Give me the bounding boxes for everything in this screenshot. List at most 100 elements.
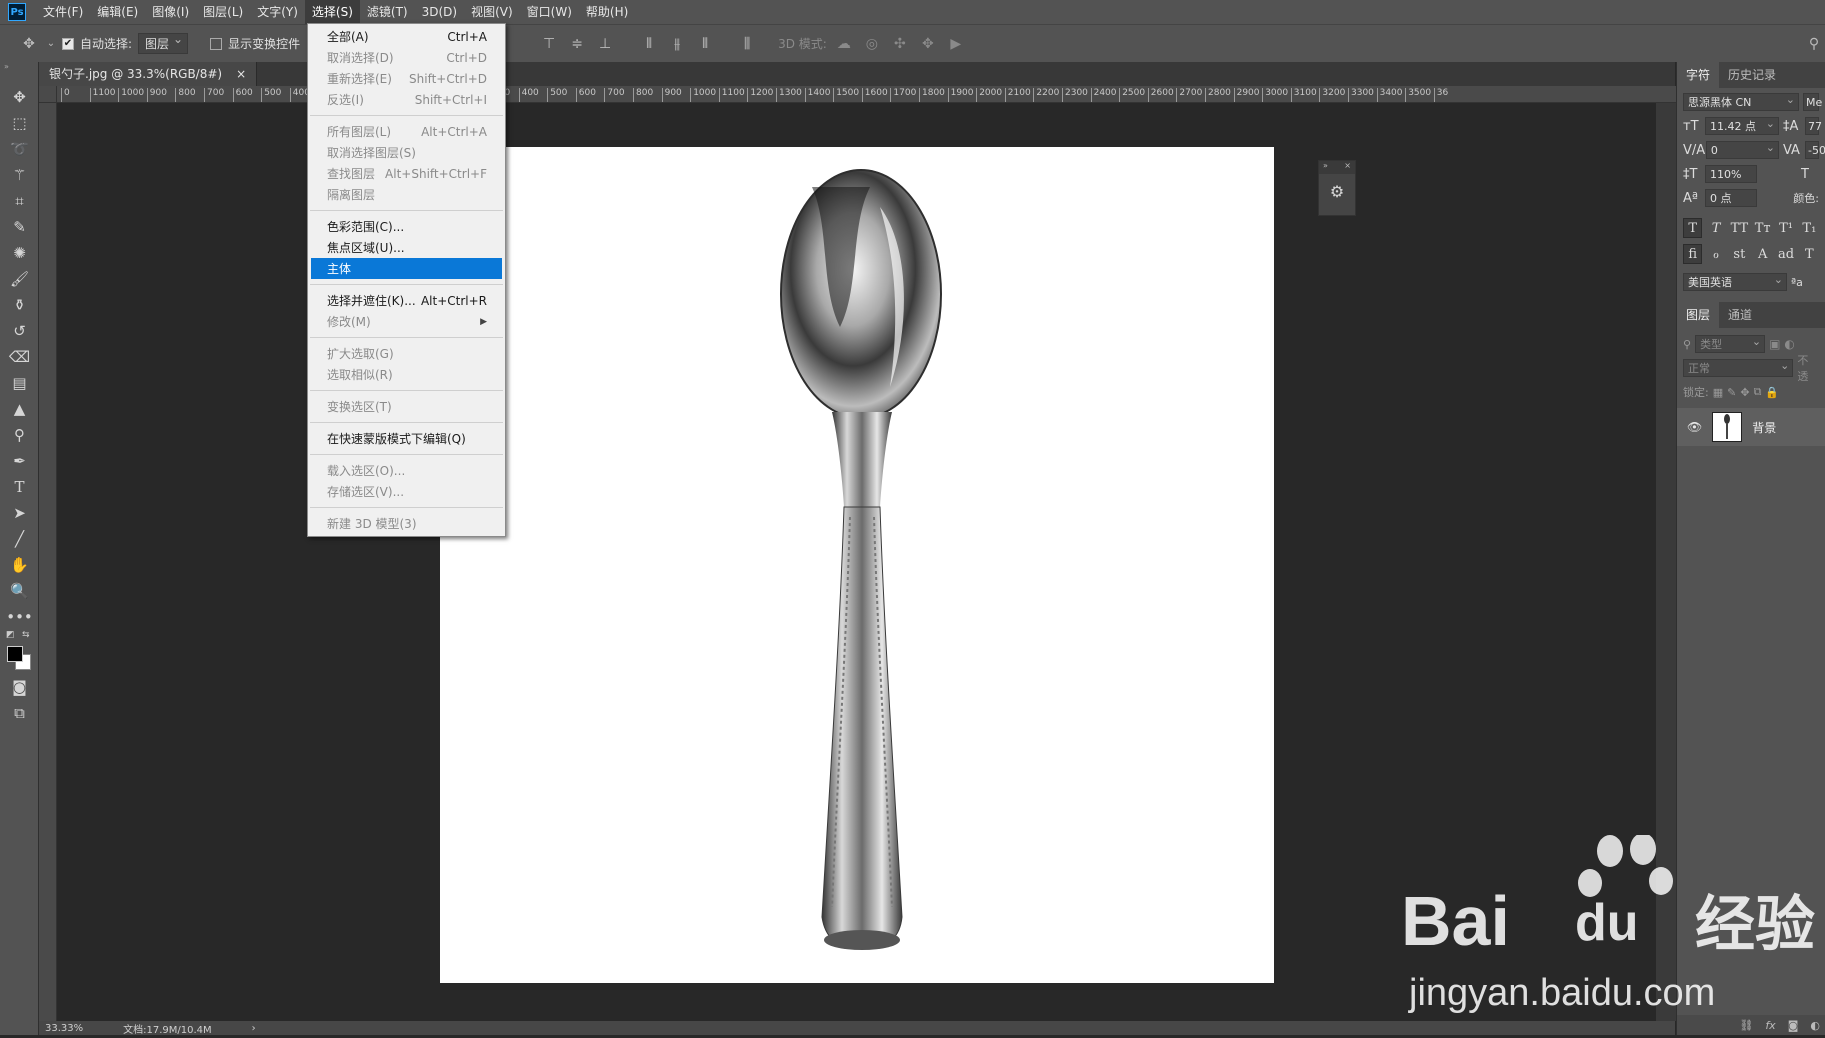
align-vcenter-icon[interactable]: ≑ xyxy=(566,33,588,55)
document-tab[interactable]: 银勺子.jpg @ 33.3%(RGB/8#) × xyxy=(39,62,258,86)
contextual-alternates-button[interactable]: st xyxy=(1730,244,1749,264)
quick-mask-icon[interactable]: ◙ xyxy=(0,674,39,700)
font-family-dropdown[interactable]: 思源黑体 CN xyxy=(1683,92,1799,111)
move-tool-icon[interactable]: ✥ xyxy=(18,33,40,55)
subscript-button[interactable]: T₁ xyxy=(1800,218,1819,238)
3d-properties-icon[interactable]: ⚙ xyxy=(1319,182,1355,201)
tool-preset-chevron-icon[interactable]: ⌄ xyxy=(46,33,56,55)
lock-position-icon[interactable]: ✥ xyxy=(1740,386,1749,399)
eyedropper-icon[interactable]: ✎ xyxy=(0,214,39,240)
select-menu-item[interactable]: 载入选区(O)... xyxy=(308,460,505,481)
ruler-origin[interactable] xyxy=(39,86,57,103)
select-menu-item[interactable]: 变换选区(T) xyxy=(308,396,505,417)
layer-name[interactable]: 背景 xyxy=(1752,419,1776,436)
layer-filter-dropdown[interactable]: 类型 xyxy=(1695,334,1766,353)
auto-align-icon[interactable]: ⫼ xyxy=(736,33,758,55)
discretionary-ligatures-button[interactable]: ℴ xyxy=(1706,244,1725,264)
zoom-tool-icon[interactable]: 🔍 xyxy=(0,578,39,604)
swash-button[interactable]: A xyxy=(1753,244,1772,264)
3d-orbit-icon[interactable]: ☁ xyxy=(833,33,855,55)
distribute-left-icon[interactable]: ⫴ xyxy=(638,33,660,55)
faux-bold-button[interactable]: T xyxy=(1683,218,1703,238)
select-menu-item[interactable]: 取消选择(D) Ctrl+D xyxy=(308,47,505,68)
ligatures-button[interactable]: fi xyxy=(1683,244,1703,264)
tracking-field[interactable]: -50 xyxy=(1805,141,1825,159)
brush-tool-icon[interactable]: 🖌 xyxy=(0,266,39,292)
crop-tool-icon[interactable]: ⌗ xyxy=(0,188,39,214)
menu-item[interactable]: 窗口(W) xyxy=(520,0,579,24)
select-menu-item[interactable]: 存储选区(V)... xyxy=(308,481,505,502)
select-menu-item[interactable]: 全部(A) Ctrl+A xyxy=(308,26,505,47)
hand-tool-icon[interactable]: ✋ xyxy=(0,552,39,578)
tab-layers[interactable]: 图层 xyxy=(1677,302,1720,328)
move-tool-icon[interactable]: ✥ xyxy=(0,84,39,110)
distribute-right-icon[interactable]: ⫴ xyxy=(694,33,716,55)
3d-slide-icon[interactable]: ✥ xyxy=(917,33,939,55)
select-menu-item[interactable]: 焦点区域(U)... xyxy=(308,237,505,258)
marquee-tool-icon[interactable]: ⬚ xyxy=(0,110,39,136)
menu-item[interactable]: 选择(S) xyxy=(304,0,360,24)
titling-alternates-button[interactable]: T xyxy=(1800,244,1819,264)
close-icon[interactable]: × xyxy=(1344,161,1351,174)
foreground-color-swatch[interactable] xyxy=(7,646,23,662)
stylistic-alternates-button[interactable]: ad xyxy=(1776,244,1795,264)
tab-history[interactable]: 历史记录 xyxy=(1719,62,1785,88)
font-size-field[interactable]: 11.42 点 xyxy=(1705,116,1779,135)
pen-tool-icon[interactable]: ✒ xyxy=(0,448,39,474)
select-menu-item[interactable]: 新建 3D 模型(3) xyxy=(308,513,505,534)
gradient-tool-icon[interactable]: ▤ xyxy=(0,370,39,396)
default-colors-icon[interactable]: ◩ xyxy=(6,630,15,640)
filter-adjustment-icon[interactable]: ◐ xyxy=(1784,337,1794,351)
search-icon[interactable]: ⚲ xyxy=(1803,33,1825,55)
dodge-tool-icon[interactable]: ⚲ xyxy=(0,422,39,448)
small-caps-button[interactable]: Tт xyxy=(1753,218,1772,238)
leading-field[interactable]: 77 xyxy=(1805,117,1822,135)
lock-image-icon[interactable]: ✎ xyxy=(1727,386,1736,399)
layer-row-background[interactable]: 👁 背景 xyxy=(1677,408,1825,446)
auto-select-target-dropdown[interactable]: 图层 xyxy=(138,32,189,54)
select-menu-item[interactable]: 反选(I) Shift+Ctrl+I xyxy=(308,89,505,110)
select-menu-item[interactable]: 扩大选取(G) xyxy=(308,343,505,364)
menu-item[interactable]: 编辑(E) xyxy=(90,0,145,24)
zoom-level[interactable]: 33.33% xyxy=(45,1023,83,1034)
status-menu-arrow[interactable]: › xyxy=(252,1023,256,1034)
kerning-field[interactable]: 0 xyxy=(1705,140,1779,159)
photoshop-logo[interactable]: Ps xyxy=(8,3,26,21)
all-caps-button[interactable]: TT xyxy=(1730,218,1749,238)
history-brush-icon[interactable]: ↺ xyxy=(0,318,39,344)
blur-tool-icon[interactable]: ▲ xyxy=(0,396,39,422)
line-tool-icon[interactable]: ╱ xyxy=(0,526,39,552)
vertical-ruler[interactable] xyxy=(39,103,57,1021)
swap-colors-icon[interactable]: ⇆ xyxy=(22,630,30,640)
menu-item[interactable]: 图像(I) xyxy=(145,0,196,24)
select-menu-item[interactable]: 选择并遮住(K)... Alt+Ctrl+R xyxy=(308,290,505,311)
more-tools-icon[interactable]: ••• xyxy=(0,604,39,630)
document-canvas[interactable] xyxy=(440,147,1274,983)
lock-transparent-icon[interactable]: ▦ xyxy=(1713,386,1723,399)
menu-item[interactable]: 帮助(H) xyxy=(579,0,635,24)
horizontal-ruler[interactable]: 0110010009008007006005004003002001000100… xyxy=(57,86,1676,103)
menu-item[interactable]: 滤镜(T) xyxy=(360,0,415,24)
menu-item[interactable]: 文字(Y) xyxy=(250,0,305,24)
3d-scale-icon[interactable]: ▶ xyxy=(945,33,967,55)
select-menu-item[interactable]: 所有图层(L) Alt+Ctrl+A xyxy=(308,121,505,142)
font-style-dropdown[interactable]: Me xyxy=(1803,93,1822,111)
show-transform-checkbox[interactable] xyxy=(210,37,223,50)
select-menu-item[interactable]: 取消选择图层(S) xyxy=(308,142,505,163)
screen-mode-icon[interactable]: ⧉ xyxy=(0,700,39,726)
clone-stamp-icon[interactable]: ⚱ xyxy=(0,292,39,318)
select-menu-item[interactable]: 主体 xyxy=(311,258,502,279)
menu-item[interactable]: 图层(L) xyxy=(196,0,250,24)
superscript-button[interactable]: T¹ xyxy=(1776,218,1795,238)
auto-select-checkbox[interactable]: ✔ xyxy=(62,37,74,50)
baseline-shift-field[interactable]: 0 点 xyxy=(1705,189,1757,207)
select-menu-item[interactable]: 色彩范围(C)... xyxy=(308,216,505,237)
menu-item[interactable]: 3D(D) xyxy=(415,0,464,24)
vertical-scale-field[interactable]: 110% xyxy=(1705,165,1757,183)
select-menu-item[interactable]: 选取相似(R) xyxy=(308,364,505,385)
lasso-tool-icon[interactable]: ➰ xyxy=(0,136,39,162)
3d-roll-icon[interactable]: ◎ xyxy=(861,33,883,55)
magic-wand-icon[interactable]: ⚚ xyxy=(0,162,39,188)
menu-item[interactable]: 文件(F) xyxy=(36,0,90,24)
select-menu-item[interactable]: 在快速蒙版模式下编辑(Q) xyxy=(308,428,505,449)
